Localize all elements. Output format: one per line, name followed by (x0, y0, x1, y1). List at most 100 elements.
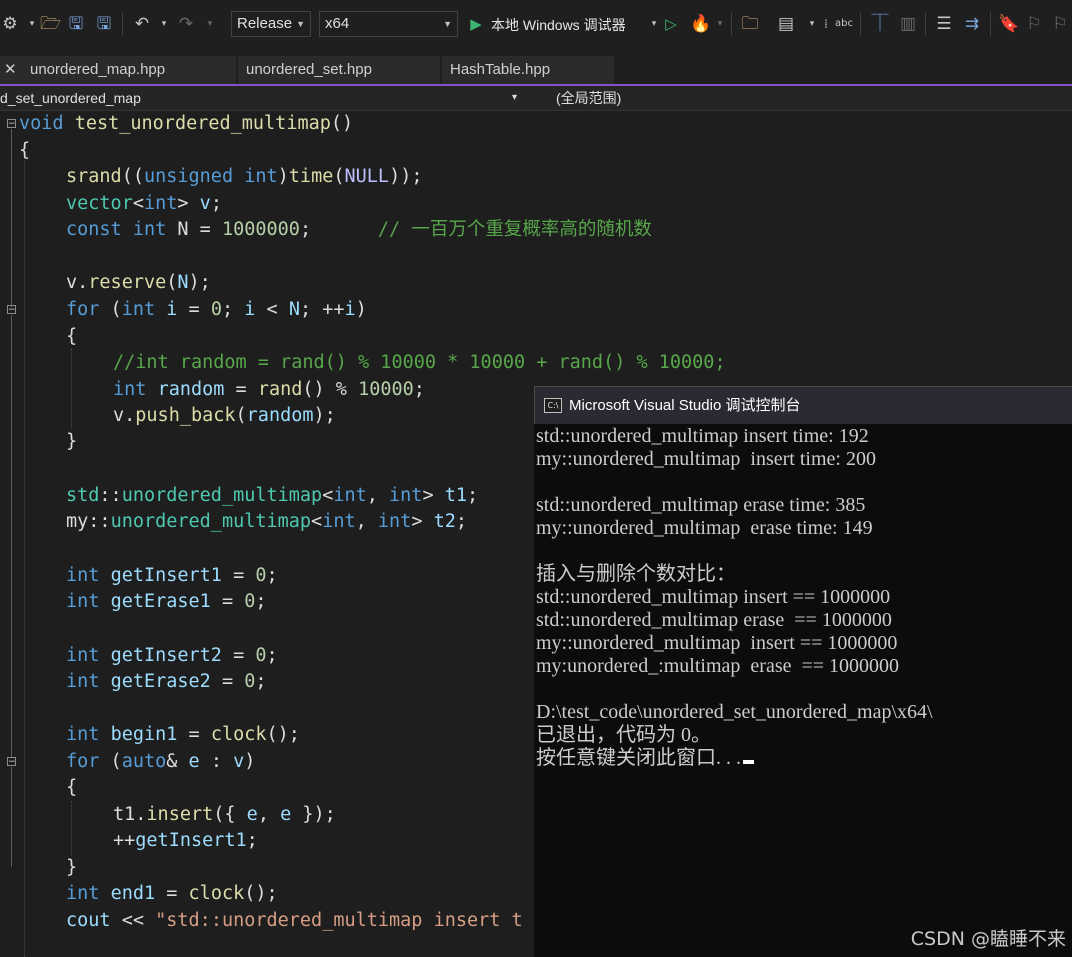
tab-unordered-set[interactable]: unordered_set.hpp (236, 56, 440, 84)
fold-guide (11, 315, 12, 757)
code-line: void test_unordered_multimap() (19, 113, 354, 134)
debug-console-window[interactable]: C:\ Microsoft Visual Studio 调试控制台 std::u… (534, 386, 1072, 957)
console-prompt-line: 按任意键关闭此窗口. . . (536, 747, 754, 770)
code-line: } (66, 857, 78, 878)
console-prompt-text: 按任意键关闭此窗口. . . (536, 747, 741, 769)
code-line: int end1 = clock(); (66, 883, 278, 904)
document-tabs: ✕ unordered_map.hpp unordered_set.hpp Ha… (0, 56, 1072, 84)
code-line: { (19, 140, 31, 161)
toolbar-separator (860, 12, 861, 36)
hot-reload-icon: 🔥 (690, 14, 712, 34)
code-line: { (66, 777, 78, 798)
chevron-down-icon[interactable]: ▾ (154, 13, 174, 35)
collapse-icon[interactable]: − (7, 305, 16, 315)
chevron-down-icon[interactable]: ▾ (22, 13, 42, 35)
console-line: 已退出，代码为 0。 (536, 724, 711, 746)
code-line: for (auto& e : v) (66, 751, 256, 772)
watermark: CSDN @瞌睡不来 (910, 928, 1066, 950)
redo-icon[interactable]: ↷ (176, 13, 196, 35)
clear-breakpoints-icon: ▥ (899, 14, 917, 34)
main-toolbar: ⚙ ▾ 🗁 🖫 🖫 ↶ ▾ ↷ ▾ Release ▼ x64 ▼ ▶ 本地 W… (0, 0, 1072, 50)
code-line: int getErase1 = 0; (66, 591, 267, 612)
undo-icon[interactable]: ↶ (132, 13, 152, 35)
code-line: srand((unsigned int)time(NULL)); (66, 166, 423, 187)
code-line: int getErase2 = 0; (66, 671, 267, 692)
navigation-bar: d_set_unordered_map ▾ (全局范围) (0, 86, 1072, 111)
collapse-icon[interactable]: − (7, 119, 16, 129)
format-icon[interactable]: ▤ (776, 13, 796, 35)
indent-icon[interactable]: ⇉ (962, 13, 982, 35)
tab-hashtable[interactable]: HashTable.hpp (440, 56, 614, 84)
console-title: Microsoft Visual Studio 调试控制台 (569, 397, 801, 414)
play-outline-icon[interactable]: ▷ (661, 13, 681, 35)
toolbar-separator (731, 12, 732, 36)
configuration-dropdown[interactable]: Release ▼ (231, 11, 311, 37)
close-icon[interactable]: ✕ (4, 61, 17, 78)
code-line: int begin1 = clock(); (66, 724, 300, 745)
platform-value: x64 (325, 15, 350, 32)
code-line: std::unordered_multimap<int, int> t1; (66, 485, 479, 506)
code-line: int random = rand() % 10000; (113, 379, 425, 400)
outdent-icon[interactable]: ☰ (934, 13, 954, 35)
open-folder-icon[interactable]: 🗁 (40, 13, 61, 35)
console-line: std::unordered_multimap insert == 100000… (536, 586, 891, 608)
console-line: my::unordered_multimap insert time: 200 (536, 448, 876, 470)
indent-guide (71, 349, 72, 429)
console-line: std::unordered_multimap insert time: 192 (536, 425, 869, 447)
code-line: vector<int> v; (66, 193, 222, 214)
chevron-down-icon: ▾ (207, 19, 213, 29)
prev-bookmark-icon: ⚐ (1026, 14, 1042, 34)
more-icon[interactable]: ⁞ (816, 13, 836, 35)
find-in-files-icon[interactable]: 🗀 (740, 13, 760, 35)
console-line: std::unordered_multimap erase time: 385 (536, 494, 866, 516)
tab-unordered-map[interactable]: unordered_map.hpp (22, 56, 236, 84)
platform-dropdown[interactable]: x64 ▼ (319, 11, 458, 37)
collapse-icon[interactable]: − (7, 757, 16, 767)
code-line: for (int i = 0; i < N; ++i) (66, 299, 367, 320)
configuration-value: Release (237, 15, 293, 32)
code-line: v.push_back(random); (113, 405, 336, 426)
console-line: my:unordered_:multimap erase == 1000000 (536, 655, 900, 677)
console-line: std::unordered_multimap erase == 1000000 (536, 609, 892, 631)
console-app-icon: C:\ (544, 398, 562, 413)
console-title-bar[interactable]: C:\ Microsoft Visual Studio 调试控制台 (534, 386, 1072, 424)
console-cursor (743, 760, 754, 764)
toolbar-separator (122, 12, 123, 36)
code-line: } (66, 431, 78, 452)
play-icon[interactable]: ▶ (466, 13, 486, 35)
code-line: my::unordered_multimap<int, int> t2; (66, 511, 468, 532)
console-line: 插入与删除个数对比： (536, 563, 736, 585)
chevron-down-icon[interactable]: ▾ (512, 86, 517, 110)
code-line: v.reserve(N); (66, 272, 211, 293)
code-line: ++getInsert1; (113, 830, 258, 851)
toolbar-separator (925, 12, 926, 36)
chevron-down-icon: ▾ (717, 19, 723, 29)
run-debugger-button[interactable]: 本地 Windows 调试器 (491, 15, 626, 35)
console-line: D:\test_code\unordered_set_unordered_map… (536, 701, 933, 723)
console-line: my::unordered_multimap insert == 1000000 (536, 632, 898, 654)
save-icon[interactable]: 🖫 (66, 13, 86, 35)
next-bookmark-icon: ⚐ (1052, 14, 1068, 34)
bookmark-icon[interactable]: 🔖 (998, 13, 1019, 35)
chevron-down-icon: ▼ (443, 19, 452, 29)
code-line: cout << "std::unordered_multimap insert … (66, 910, 523, 931)
breakpoint-icon[interactable]: ⏉ (870, 13, 890, 35)
code-line: int getInsert1 = 0; (66, 565, 278, 586)
indent-guide (24, 151, 25, 957)
fold-guide (11, 129, 12, 307)
save-all-icon[interactable]: 🖫 (94, 13, 114, 35)
project-dropdown[interactable]: d_set_unordered_map (0, 86, 141, 110)
config-icon[interactable]: ⚙ (0, 13, 20, 35)
code-line: { (66, 326, 78, 347)
code-line: t1.insert({ e, e }); (113, 804, 336, 825)
spellcheck-icon[interactable]: abc (834, 13, 854, 35)
code-line: int getInsert2 = 0; (66, 645, 278, 666)
chevron-down-icon: ▼ (296, 19, 305, 29)
toolbar-separator (990, 12, 991, 36)
code-line: //int random = rand() % 10000 * 10000 + … (113, 352, 726, 373)
scope-dropdown[interactable]: (全局范围) (556, 86, 621, 110)
close-tab-button[interactable]: ✕ (0, 56, 22, 84)
console-line: my::unordered_multimap erase time: 149 (536, 517, 873, 539)
code-line: const int N = 1000000; // 一百万个重复概率高的随机数 (66, 219, 652, 240)
fold-guide (11, 767, 12, 867)
